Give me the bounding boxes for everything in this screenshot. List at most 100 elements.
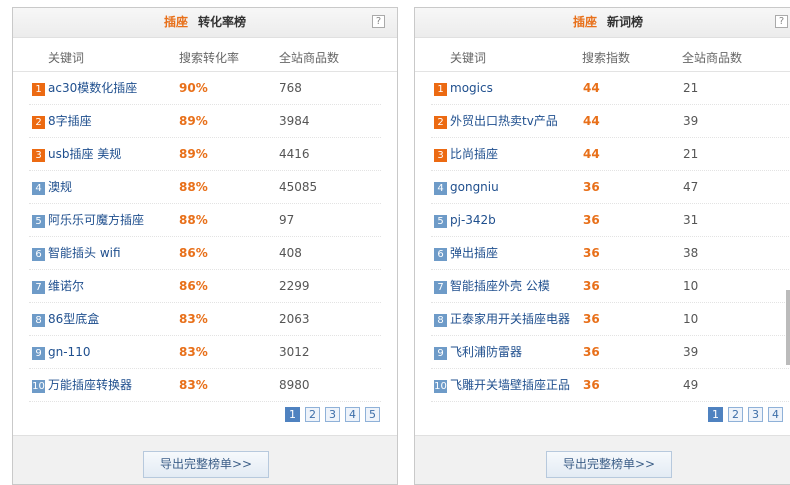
item-count: 8980 — [279, 378, 310, 392]
keyword-link[interactable]: 正泰家用开关插座电器 — [450, 303, 570, 336]
item-count: 97 — [279, 213, 295, 227]
rank-badge: 7 — [32, 281, 45, 294]
keyword-link[interactable]: 86型底盒 — [48, 303, 99, 336]
item-count: 2299 — [279, 279, 310, 293]
scrollbar[interactable] — [786, 290, 790, 365]
page-button[interactable]: 2 — [728, 407, 743, 422]
help-icon[interactable]: ? — [775, 15, 788, 28]
page-button[interactable]: 4 — [345, 407, 360, 422]
panel-title: 新词榜 — [607, 15, 644, 29]
keyword-link[interactable]: gongniu — [450, 171, 499, 204]
page-button[interactable]: 3 — [748, 407, 763, 422]
keyword-link[interactable]: 飞雕开关墙壁插座正品 — [450, 369, 570, 402]
table-row: 5 阿乐乐可魔方插座 88% 97 — [29, 204, 381, 237]
table-row: 7 维诺尔 86% 2299 — [29, 270, 381, 303]
table-row: 8 正泰家用开关插座电器 36 10 — [431, 303, 790, 336]
panel-header: 插座 新词榜 ? — [415, 8, 790, 38]
search-index: 44 — [583, 81, 600, 95]
column-header-keyword: 关键词 — [450, 51, 487, 65]
table-row: 3 比尚插座 44 21 — [431, 138, 790, 171]
table-row: 1 ac30模数化插座 90% 768 — [29, 72, 381, 105]
page-button[interactable]: 2 — [305, 407, 320, 422]
rank-badge: 2 — [32, 116, 45, 129]
item-count: 45085 — [279, 180, 318, 194]
conversion-rate: 88% — [179, 180, 208, 194]
search-index: 36 — [583, 180, 600, 194]
page-button[interactable]: 4 — [768, 407, 783, 422]
keyword-link[interactable]: 澳规 — [48, 171, 72, 204]
rank-badge: 6 — [32, 248, 45, 261]
keyword-link[interactable]: 维诺尔 — [48, 270, 84, 303]
search-index: 36 — [583, 312, 600, 326]
item-count: 38 — [683, 246, 699, 260]
rank-badge: 10 — [32, 380, 45, 393]
column-header-search-index: 搜索指数 — [582, 51, 631, 65]
rank-badge: 3 — [32, 149, 45, 162]
column-header-row: 关键词 搜索指数 全站商品数 — [415, 44, 790, 72]
table-row: 4 gongniu 36 47 — [431, 171, 790, 204]
keyword-link[interactable]: 外贸出口热卖tv产品 — [450, 105, 558, 138]
conversion-rate: 88% — [179, 213, 208, 227]
item-count: 4416 — [279, 147, 310, 161]
category-label: 插座 — [573, 15, 598, 29]
search-index: 44 — [583, 114, 600, 128]
table-row: 1 mogics 44 21 — [431, 72, 790, 105]
keyword-link[interactable]: mogics — [450, 72, 493, 105]
keyword-link[interactable]: ac30模数化插座 — [48, 72, 137, 105]
search-index: 36 — [583, 246, 600, 260]
rank-badge: 2 — [434, 116, 447, 129]
keyword-link[interactable]: 飞利浦防雷器 — [450, 336, 522, 369]
rank-badge: 1 — [434, 83, 447, 96]
page-button[interactable]: 1 — [708, 407, 723, 422]
table-row: 6 弹出插座 36 38 — [431, 237, 790, 270]
table-row: 9 飞利浦防雷器 36 39 — [431, 336, 790, 369]
keyword-link[interactable]: pj-342b — [450, 204, 496, 237]
panel-header: 插座 转化率榜 ? — [13, 8, 397, 38]
conversion-rate-panel: 插座 转化率榜 ? 关键词 搜索转化率 全站商品数 1 ac30模数化插座 90% 76… — [12, 7, 398, 485]
item-count: 3012 — [279, 345, 310, 359]
keyword-link[interactable]: 智能插座外壳 公模 — [450, 270, 550, 303]
export-full-list-button[interactable]: 导出完整榜单>> — [143, 451, 269, 478]
keyword-link[interactable]: 弹出插座 — [450, 237, 498, 270]
item-count: 408 — [279, 246, 302, 260]
column-header-item-count: 全站商品数 — [279, 51, 340, 65]
search-index: 36 — [583, 345, 600, 359]
keyword-link[interactable]: 8字插座 — [48, 105, 92, 138]
keyword-link[interactable]: gn-110 — [48, 336, 90, 369]
item-count: 768 — [279, 81, 302, 95]
export-full-list-button[interactable]: 导出完整榜单>> — [546, 451, 672, 478]
table-row: 4 澳规 88% 45085 — [29, 171, 381, 204]
table-row: 2 8字插座 89% 3984 — [29, 105, 381, 138]
column-header-item-count: 全站商品数 — [682, 51, 743, 65]
keyword-link[interactable]: 阿乐乐可魔方插座 — [48, 204, 144, 237]
table-row: 9 gn-110 83% 3012 — [29, 336, 381, 369]
item-count: 10 — [683, 312, 699, 326]
category-label: 插座 — [163, 15, 188, 29]
table-row: 7 智能插座外壳 公模 36 10 — [431, 270, 790, 303]
page-button[interactable]: 1 — [285, 407, 300, 422]
keyword-link[interactable]: 比尚插座 — [450, 138, 498, 171]
conversion-rate: 89% — [179, 114, 208, 128]
search-index: 36 — [583, 213, 600, 227]
keyword-link[interactable]: usb插座 美规 — [48, 138, 121, 171]
rank-badge: 9 — [434, 347, 447, 360]
table-row: 6 智能插头 wifi 86% 408 — [29, 237, 381, 270]
column-header-conversion: 搜索转化率 — [179, 51, 240, 65]
item-count: 31 — [683, 213, 699, 227]
keyword-link[interactable]: 万能插座转换器 — [48, 369, 132, 402]
conversion-rate: 86% — [179, 246, 208, 260]
rank-badge: 9 — [32, 347, 45, 360]
conversion-rate: 89% — [179, 147, 208, 161]
page-button[interactable]: 3 — [325, 407, 340, 422]
page-button[interactable]: 5 — [365, 407, 380, 422]
item-count: 2063 — [279, 312, 310, 326]
conversion-rate: 86% — [179, 279, 208, 293]
search-index: 44 — [583, 147, 600, 161]
help-icon[interactable]: ? — [372, 15, 385, 28]
keyword-link[interactable]: 智能插头 wifi — [48, 237, 121, 270]
column-header-row: 关键词 搜索转化率 全站商品数 — [13, 44, 397, 72]
item-count: 21 — [683, 147, 699, 161]
item-count: 47 — [683, 180, 699, 194]
item-count: 39 — [683, 345, 699, 359]
table-row: 2 外贸出口热卖tv产品 44 39 — [431, 105, 790, 138]
